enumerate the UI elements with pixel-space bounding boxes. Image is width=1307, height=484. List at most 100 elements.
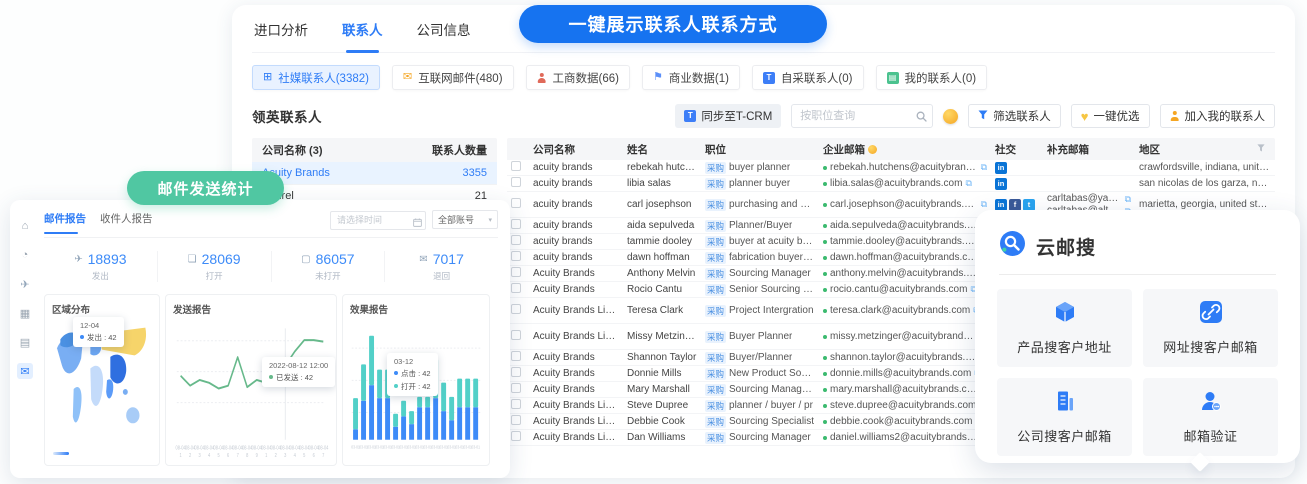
date-range-input[interactable] — [330, 211, 426, 230]
row-checkbox[interactable] — [511, 267, 521, 277]
row-checkbox[interactable] — [511, 283, 521, 293]
email-tab-2[interactable]: 收件人报告 — [100, 211, 153, 228]
copy-icon[interactable]: ⧉ — [981, 162, 987, 173]
send-icon[interactable]: ✈ — [17, 276, 33, 292]
chip-label: 互联网邮件(480) — [418, 70, 502, 86]
position-tag: 采购 — [705, 220, 726, 232]
cell-email: steve.dupree@acuitybrands.com⧉ — [819, 400, 991, 411]
position-tag: 采购 — [705, 352, 726, 364]
email-hint-icon[interactable] — [868, 145, 877, 154]
cell-position: 采购buyer planner — [701, 162, 819, 174]
row-checkbox[interactable] — [511, 235, 521, 245]
report-icon[interactable]: ▤ — [17, 334, 33, 350]
email-status-dot — [823, 372, 827, 376]
row-checkbox[interactable] — [511, 431, 521, 441]
cloud-mail-search-panel: 云邮搜 产品搜客户地址 网址搜客户邮箱公司搜客户邮箱邮箱验证 — [975, 210, 1300, 463]
row-checkbox[interactable] — [511, 367, 521, 377]
sync-tcrm-button[interactable]: T 同步至T-CRM — [675, 104, 781, 128]
briefcase-icon[interactable]: ▦ — [17, 305, 33, 321]
search-input[interactable] — [791, 104, 933, 128]
feature-3-button[interactable]: 公司搜客户邮箱 — [997, 378, 1132, 456]
linkedin-icon[interactable]: in — [995, 199, 1007, 211]
row-checkbox[interactable] — [511, 304, 521, 314]
cell-name: Missy Metzinger — [623, 331, 701, 342]
source-chip-4[interactable]: ⚑商业数据(1) — [642, 65, 740, 90]
linkedin-icon[interactable]: in — [995, 178, 1007, 190]
mail-icon[interactable]: ✉ — [17, 363, 33, 379]
account-select[interactable]: 全部账号 ▾ — [432, 210, 498, 229]
row-checkbox[interactable] — [511, 251, 521, 261]
twitter-icon[interactable]: t — [1023, 199, 1035, 211]
cell-position: 采购buyer at acuity bran — [701, 236, 819, 248]
tab-1[interactable]: 进口分析 — [252, 17, 310, 43]
one-click-optimize-button[interactable]: ♥ 一键优选 — [1071, 104, 1150, 128]
cell-email: daniel.williams2@acuitybrands.com⧉ — [819, 432, 991, 443]
row-checkbox[interactable] — [511, 415, 521, 425]
copy-icon[interactable]: ⧉ — [981, 199, 987, 210]
clock-icon[interactable]: ◔ — [17, 247, 33, 263]
copy-icon[interactable]: ⧉ — [965, 178, 971, 189]
svg-text:3: 3 — [199, 452, 202, 458]
cell-name: Rocio Cantu — [623, 284, 701, 295]
cell-company: Acuity Brands — [529, 284, 623, 295]
coin-icon[interactable] — [943, 109, 958, 124]
cloud-title: 云邮搜 — [1036, 233, 1096, 260]
row-checkbox[interactable] — [511, 399, 521, 409]
home-icon[interactable]: ⌂ — [17, 218, 33, 234]
stat-label: 打开 — [206, 270, 223, 282]
callout-email-stats: 邮件发送统计 — [127, 171, 284, 205]
cell-company: acuity brands — [529, 252, 623, 263]
cell-company: acuity brands — [529, 236, 623, 247]
cell-name: tammie dooley — [623, 236, 701, 247]
row-checkbox[interactable] — [511, 383, 521, 393]
facebook-icon[interactable]: f — [1009, 199, 1021, 211]
row-checkbox[interactable] — [511, 330, 521, 340]
briefcase-icon: ▦ — [20, 307, 30, 320]
cell-email: mary.marshall@acuitybrands.com⧉ — [819, 384, 991, 395]
send-icon: ✈ — [74, 254, 82, 265]
source-chip-1[interactable]: ⊞社媒联系人(3382) — [252, 65, 380, 90]
feature-4-button[interactable]: 邮箱验证 — [1143, 378, 1278, 456]
copy-icon[interactable]: ⧉ — [1125, 193, 1131, 205]
tab-2[interactable]: 联系人 — [340, 17, 385, 43]
source-chip-3[interactable]: 工商数据(66) — [526, 65, 630, 90]
feature-2-button[interactable]: 网址搜客户邮箱 — [1143, 289, 1278, 367]
row-checkbox[interactable] — [511, 198, 521, 208]
envelope-icon: ✉ — [419, 254, 427, 265]
linkedin-icon[interactable]: in — [995, 162, 1007, 174]
cell-email: donnie.mills@acuitybrands.com⧉ — [819, 368, 991, 379]
position-tag: 采购 — [705, 252, 726, 264]
send-report-card: 发送报告 08-04108-04208-04308-04408-04508-04… — [165, 294, 337, 466]
cloud-header: 云邮搜 — [975, 210, 1300, 274]
cell-position: 采购Buyer/Planner — [701, 352, 819, 364]
company-count: 3355 — [463, 167, 487, 179]
line-tooltip: 2022-08-12 12:00 已发送 : 42 — [262, 357, 335, 387]
feature-label: 产品搜客户地址 — [1017, 337, 1112, 356]
source-chip-2[interactable]: ✉ 互联网邮件(480) — [392, 65, 514, 90]
cell-name: rebekah hutchens — [623, 162, 701, 173]
row-checkbox[interactable] — [511, 219, 521, 229]
source-chip-5[interactable]: T自采联系人(0) — [752, 65, 864, 90]
region-filter-icon[interactable] — [1257, 143, 1265, 155]
table-row[interactable]: acuity brandsrebekah hutchens采购buyer pla… — [507, 160, 1275, 176]
cell-position: 采购Planner/Buyer — [701, 220, 819, 232]
row-checkbox[interactable] — [511, 161, 521, 171]
chip-label: 商业数据(1) — [669, 70, 729, 86]
row-checkbox[interactable] — [511, 351, 521, 361]
mail-icon: ✉ — [403, 72, 412, 83]
email-status-dot — [823, 203, 827, 207]
source-chip-6[interactable]: ▤我的联系人(0) — [876, 65, 988, 90]
add-to-my-contacts-button[interactable]: 加入我的联系人 — [1160, 104, 1276, 128]
row-checkbox[interactable] — [511, 177, 521, 187]
table-row[interactable]: acuity brandslibia salas采购planner buyerl… — [507, 176, 1275, 192]
feature-1-button[interactable]: 产品搜客户地址 — [997, 289, 1132, 367]
cell-email: missy.metzinger@acuitybrands.com⧉ — [819, 331, 991, 342]
company-row[interactable]: Acuity Brands3355 — [252, 162, 497, 185]
cell-email: rocio.cantu@acuitybrands.com⧉ — [819, 284, 991, 295]
tab-3[interactable]: 公司信息 — [415, 17, 473, 43]
email-tab-1[interactable]: 邮件报告 — [44, 211, 86, 228]
email-status-dot — [823, 335, 827, 339]
cell-position: 采购Sourcing Manager — [701, 432, 819, 444]
filter-contacts-button[interactable]: 筛选联系人 — [968, 104, 1061, 128]
cell-email: teresa.clark@acuitybrands.com⧉ — [819, 305, 991, 316]
